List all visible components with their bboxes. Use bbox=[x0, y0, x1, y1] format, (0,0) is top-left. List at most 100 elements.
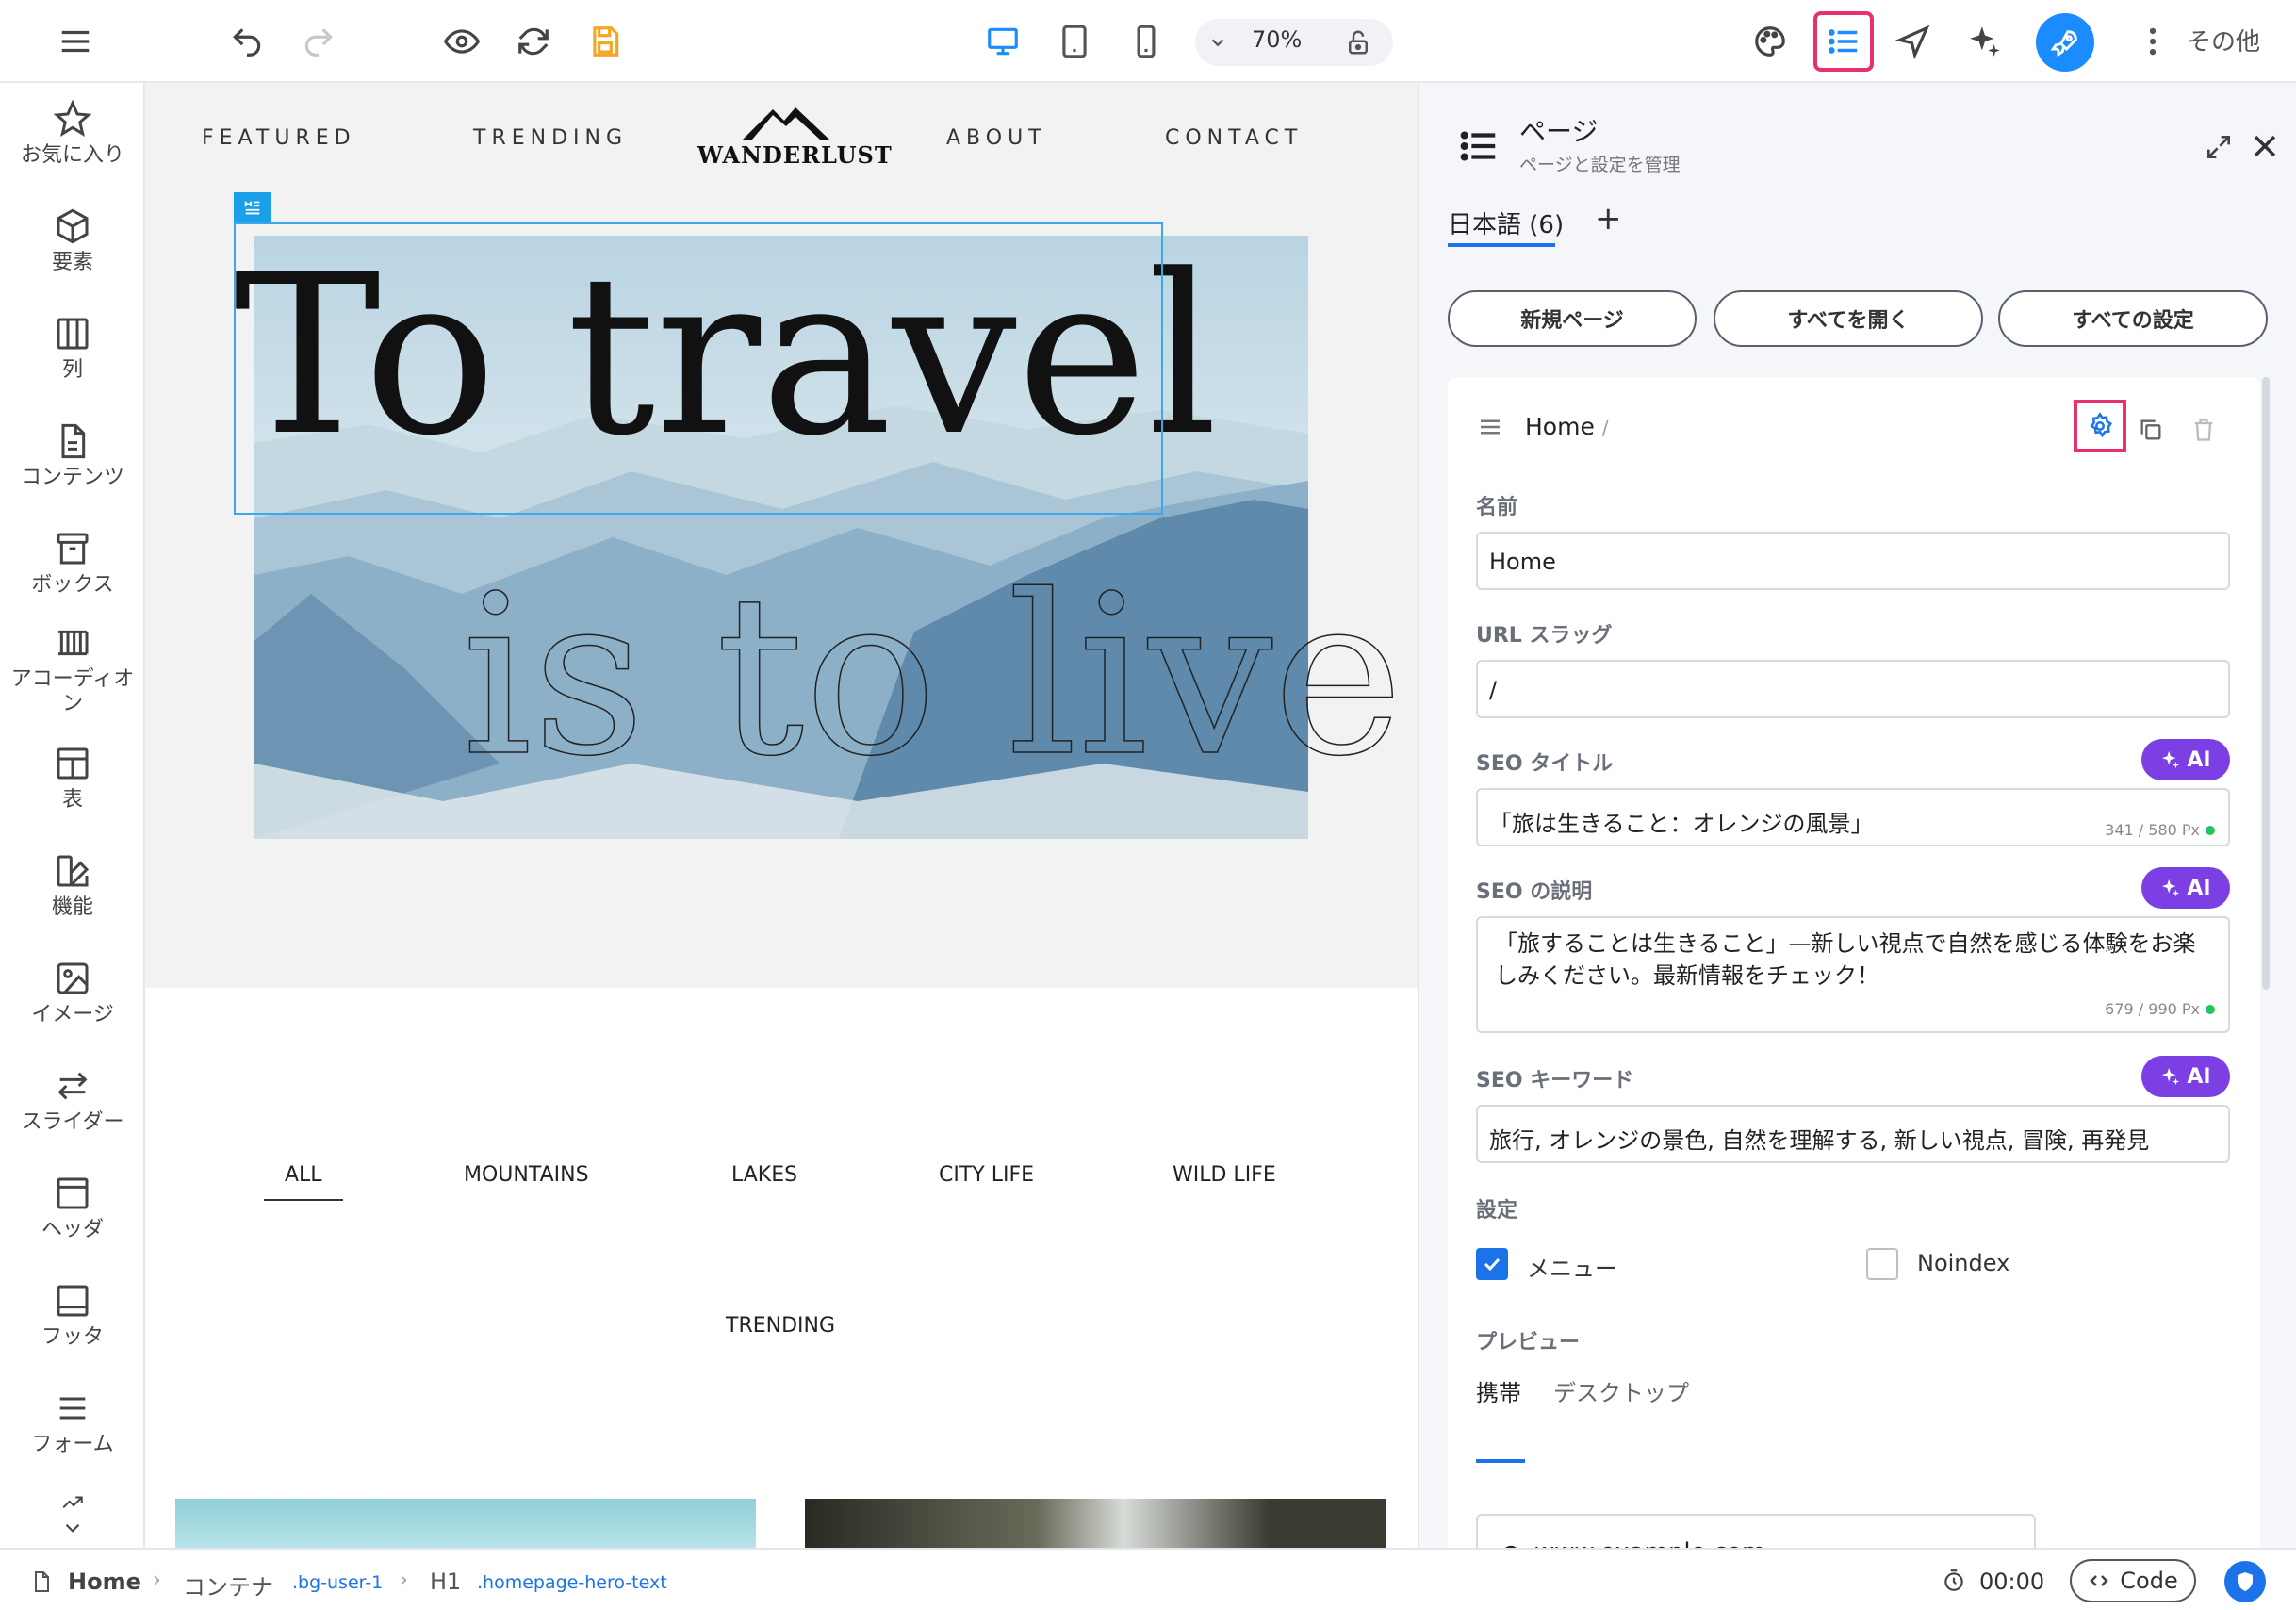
menu-checkbox[interactable] bbox=[1476, 1248, 1508, 1280]
new-page-button[interactable]: 新規ページ bbox=[1448, 290, 1697, 347]
nav-link-featured[interactable]: FEATURED bbox=[202, 126, 356, 150]
selection-outline bbox=[234, 222, 1163, 515]
tab-preview-desktop[interactable]: デスクトップ bbox=[1553, 1374, 1689, 1407]
all-settings-button[interactable]: すべての設定 bbox=[1998, 290, 2268, 347]
sidebar-item-content[interactable]: コンテンツ bbox=[0, 422, 143, 490]
tablet-device-icon[interactable] bbox=[1050, 17, 1099, 66]
seo-keywords-ai-button[interactable]: AI bbox=[2141, 1056, 2230, 1097]
filter-all[interactable]: ALL bbox=[285, 1163, 322, 1187]
nav-link-trending[interactable]: TRENDING bbox=[473, 126, 628, 150]
page-name-heading[interactable]: Home / bbox=[1525, 413, 1609, 440]
sidebar-item-table[interactable]: 表 bbox=[0, 745, 143, 813]
hero-subtitle[interactable]: is to live bbox=[462, 573, 1404, 780]
breadcrumb-h1-class[interactable]: .homepage-hero-text bbox=[477, 1572, 667, 1593]
sidebar-item-accordion[interactable]: アコーディオン bbox=[0, 624, 143, 716]
sidebar-item-columns[interactable]: 列 bbox=[0, 315, 143, 383]
zoom-value: 70% bbox=[1252, 26, 1303, 53]
noindex-checkbox-label[interactable]: Noindex bbox=[1917, 1250, 2009, 1276]
sidebar-item-more[interactable] bbox=[0, 1491, 143, 1540]
checkmark-icon bbox=[1484, 1257, 1501, 1272]
filter-active-underline bbox=[264, 1199, 343, 1201]
active-tab-underline bbox=[1448, 243, 1555, 247]
sidebar-item-image[interactable]: イメージ bbox=[0, 960, 143, 1027]
nav-link-contact[interactable]: CONTACT bbox=[1165, 126, 1303, 150]
post-thumbnail[interactable] bbox=[175, 1499, 756, 1548]
active-tab-underline bbox=[1476, 1459, 1525, 1463]
filter-wild-life[interactable]: WILD LIFE bbox=[1173, 1163, 1276, 1187]
lock-icon[interactable] bbox=[1335, 19, 1382, 66]
post-thumbnail[interactable] bbox=[805, 1499, 1386, 1548]
sidebar-item-form[interactable]: フォーム bbox=[0, 1389, 143, 1457]
breadcrumb-h1[interactable]: H1 bbox=[430, 1569, 461, 1595]
seo-title-label: SEO タイトル bbox=[1476, 752, 1614, 776]
star-icon bbox=[54, 100, 91, 137]
pages-list-icon[interactable] bbox=[1813, 11, 1874, 72]
sidebar-item-boxes[interactable]: ボックス bbox=[0, 530, 143, 598]
sidebar-item-slider[interactable]: スライダー bbox=[0, 1067, 143, 1135]
status-ok-dot bbox=[2206, 1005, 2215, 1014]
close-icon[interactable] bbox=[2249, 130, 2281, 162]
timer-icon bbox=[1944, 1569, 1963, 1591]
noindex-checkbox[interactable] bbox=[1866, 1248, 1898, 1280]
filter-city-life[interactable]: CITY LIFE bbox=[939, 1163, 1034, 1187]
undo-icon[interactable] bbox=[222, 17, 271, 66]
page-settings-gear-button[interactable] bbox=[2074, 400, 2126, 452]
drag-handle-icon[interactable] bbox=[1476, 413, 1504, 441]
seo-keywords-input[interactable]: 旅行, オレンジの景色, 自然を理解する, 新しい視点, 冒険, 再発見 bbox=[1476, 1105, 2230, 1163]
page-canvas[interactable]: FEATURED TRENDING WANDERLUST ABOUT CONTA… bbox=[145, 83, 1418, 1548]
pages-list-icon bbox=[1460, 131, 1496, 161]
sidebar-item-header[interactable]: ヘッダ bbox=[0, 1175, 143, 1242]
redo-icon[interactable] bbox=[294, 17, 343, 66]
expand-all-button[interactable]: すべてを開く bbox=[1714, 290, 1983, 347]
url-slug-input[interactable]: / bbox=[1476, 660, 2230, 718]
name-label: 名前 bbox=[1476, 496, 1518, 519]
desktop-device-icon[interactable] bbox=[978, 17, 1027, 66]
security-shield-button[interactable] bbox=[2224, 1561, 2266, 1602]
breadcrumb-container[interactable]: コンテナ bbox=[183, 1569, 273, 1602]
ai-sparkle-icon[interactable] bbox=[1960, 17, 2009, 66]
filter-lakes[interactable]: LAKES bbox=[731, 1163, 797, 1187]
seo-title-input[interactable]: 「旅は生きること：オレンジの風景」 341 / 580 Px bbox=[1476, 788, 2230, 846]
menu-checkbox-label[interactable]: メニュー bbox=[1527, 1250, 1617, 1283]
sidebar-item-footer[interactable]: フッタ bbox=[0, 1282, 143, 1350]
more-label[interactable]: その他 bbox=[2187, 23, 2260, 58]
page-name-input[interactable]: Home bbox=[1476, 532, 2230, 590]
mobile-device-icon[interactable] bbox=[1122, 17, 1171, 66]
status-ok-dot bbox=[2206, 826, 2215, 835]
refresh-icon[interactable] bbox=[509, 17, 558, 66]
navigator-icon[interactable] bbox=[1889, 17, 1938, 66]
preview-eye-icon[interactable] bbox=[437, 17, 486, 66]
shield-icon bbox=[2238, 1572, 2253, 1591]
breadcrumb-home[interactable]: Home bbox=[68, 1569, 141, 1595]
seo-description-label: SEO の説明 bbox=[1476, 880, 1593, 904]
chevron-down-icon[interactable] bbox=[1199, 19, 1237, 66]
wanderlust-logo[interactable]: WANDERLUST bbox=[697, 100, 892, 169]
tab-language-japanese[interactable]: 日本語 (6) bbox=[1448, 205, 1564, 240]
code-button[interactable]: Code bbox=[2070, 1559, 2196, 1602]
seo-description-ai-button[interactable]: AI bbox=[2141, 867, 2230, 909]
sidebar-item-elements[interactable]: 要素 bbox=[0, 207, 143, 275]
tab-preview-mobile[interactable]: 携帯 bbox=[1476, 1374, 1521, 1407]
ai-sparkle-icon bbox=[2162, 1067, 2180, 1086]
preview-url-selector[interactable]: www.example.com bbox=[1476, 1514, 2036, 1548]
sidebar-item-favorites[interactable]: お気に入り bbox=[0, 100, 143, 168]
elements-sidebar: お気に入り 要素 列 コンテンツ ボックス アコーディオン 表 機能 イメージ … bbox=[0, 83, 145, 1548]
expand-icon[interactable] bbox=[2204, 132, 2234, 162]
seo-title-ai-button[interactable]: AI bbox=[2141, 739, 2230, 780]
sidebar-item-features[interactable]: 機能 bbox=[0, 852, 143, 920]
palette-icon[interactable] bbox=[1746, 17, 1795, 66]
add-language-button[interactable]: + bbox=[1595, 200, 1622, 238]
duplicate-page-button[interactable] bbox=[2124, 403, 2177, 456]
filter-mountains[interactable]: MOUNTAINS bbox=[464, 1163, 589, 1187]
save-icon[interactable] bbox=[581, 17, 630, 66]
seo-description-textarea[interactable]: 「旅することは生きること」—新しい視点で自然を感じる体験をお楽しみください。最新… bbox=[1476, 916, 2230, 1033]
more-vertical-icon[interactable] bbox=[2128, 17, 2177, 66]
delete-page-button[interactable] bbox=[2177, 403, 2230, 456]
publish-rocket-button[interactable] bbox=[2036, 13, 2094, 72]
panel-scrollbar[interactable] bbox=[2262, 377, 2270, 990]
nav-link-about[interactable]: ABOUT bbox=[946, 126, 1047, 150]
menu-icon[interactable] bbox=[51, 17, 100, 66]
mountain-logo-icon bbox=[743, 107, 829, 140]
breadcrumb-separator: › bbox=[400, 1569, 408, 1592]
breadcrumb-container-class[interactable]: .bg-user-1 bbox=[292, 1572, 383, 1593]
